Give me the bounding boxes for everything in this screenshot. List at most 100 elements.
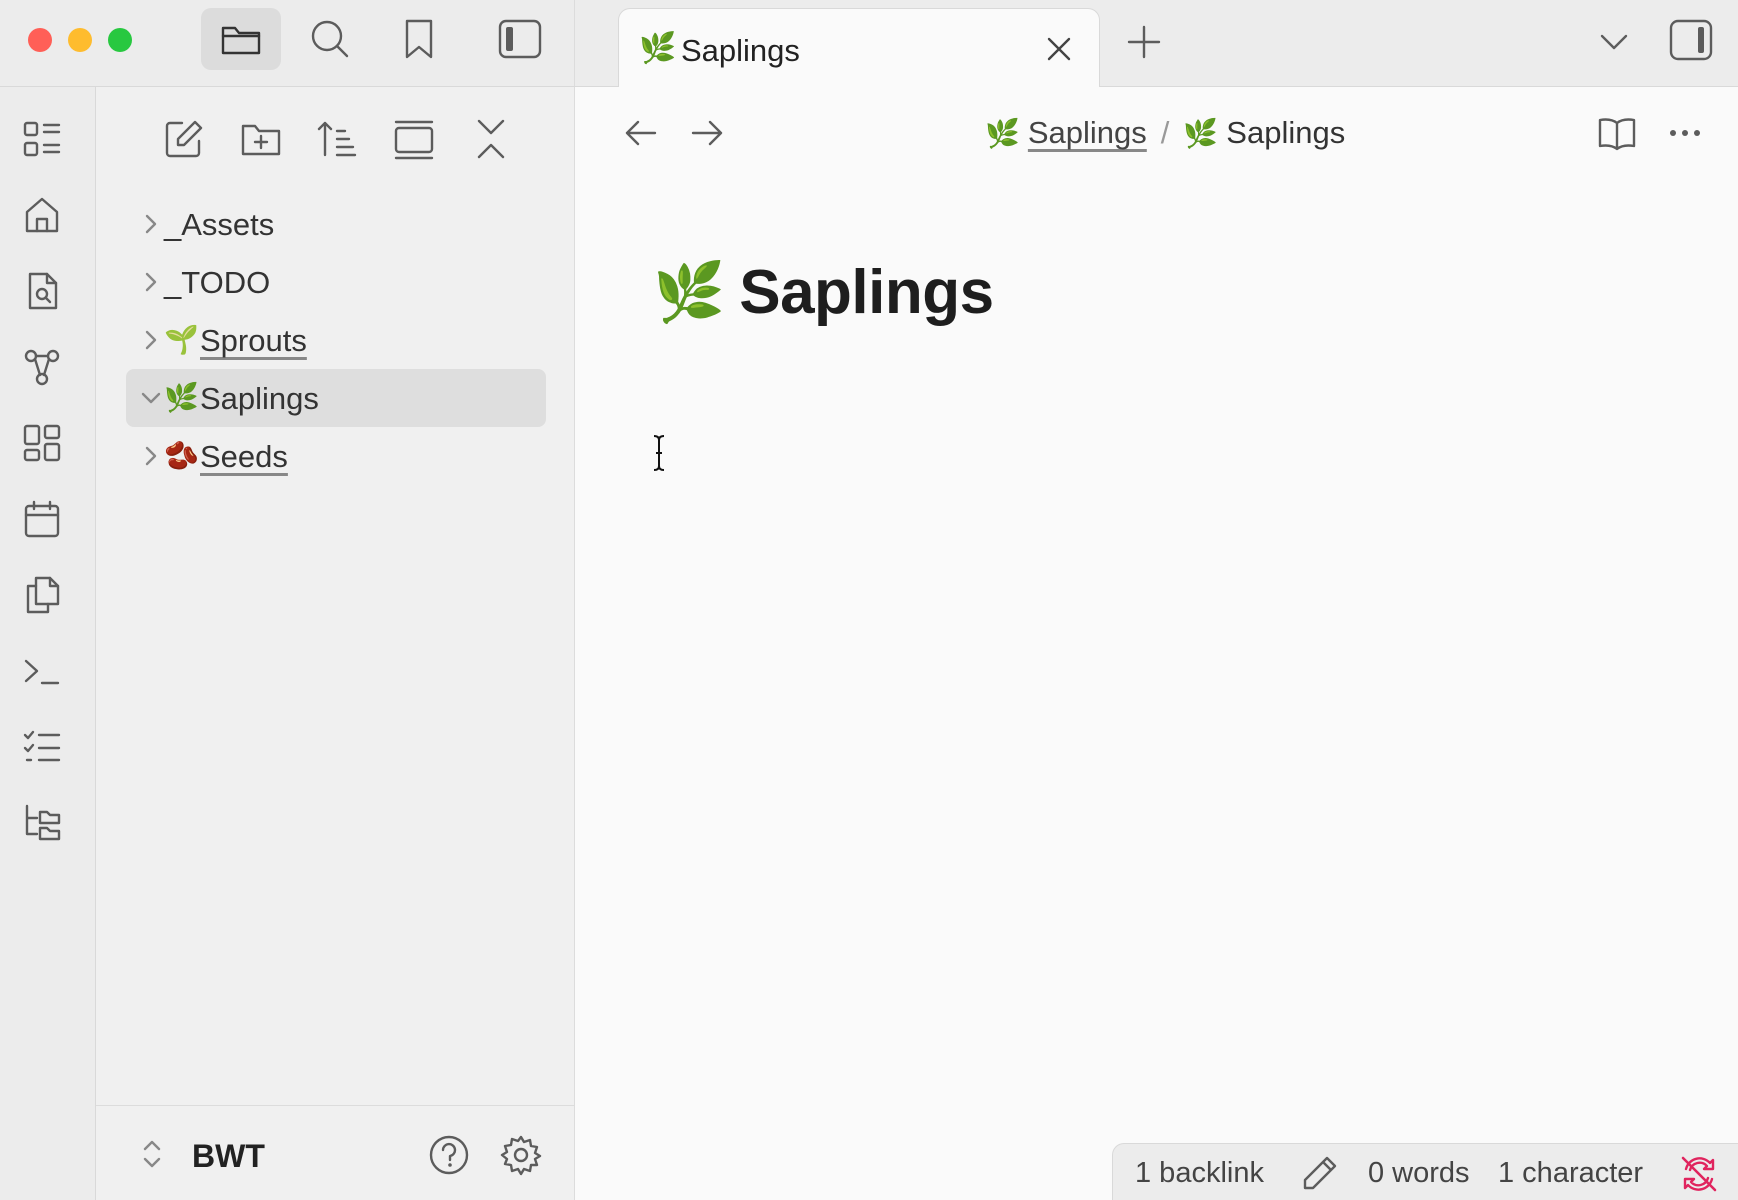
vault-name[interactable]: BWT (192, 1138, 265, 1174)
sort-icon (317, 121, 357, 157)
breadcrumb-parent-emoji: 🌿 (985, 117, 1020, 149)
tab-label: Saplings (681, 33, 800, 68)
tree-emoji: 🌱 (164, 324, 199, 355)
tab-saplings[interactable]: 🌿 Saplings (618, 8, 1100, 88)
ribbon-folder-tree-button[interactable] (22, 803, 62, 843)
home-icon (25, 197, 59, 233)
collapse-all-icon (477, 119, 505, 159)
collapse-all-button[interactable] (469, 117, 513, 161)
settings-button[interactable] (500, 1134, 542, 1176)
window-close-button[interactable] (28, 28, 52, 52)
folder-tree-icon (25, 804, 61, 841)
collapse-view-icon (394, 120, 434, 160)
new-folder-icon (241, 124, 281, 156)
ribbon-dashboard-button[interactable] (22, 119, 62, 159)
search-button[interactable] (290, 8, 370, 70)
dashboard-icon (23, 121, 61, 157)
edit-mode-button[interactable] (1301, 1154, 1339, 1192)
copy-icon (26, 576, 60, 614)
tab-emoji: 🌿 (639, 32, 677, 65)
text-cursor-icon (651, 434, 667, 472)
more-horizontal-icon (1670, 130, 1700, 136)
new-note-icon (165, 120, 203, 158)
bookmarks-button[interactable] (379, 8, 459, 70)
tree-label: _TODO (164, 265, 271, 300)
sync-status-button[interactable] (1679, 1154, 1719, 1194)
window-maximize-button[interactable] (108, 28, 132, 52)
tree-emoji: 🫘 (164, 440, 199, 471)
help-button[interactable] (428, 1134, 470, 1176)
title-bar: 🌿 Saplings (0, 0, 1738, 88)
tree-label: Sprouts (200, 323, 307, 358)
pencil-icon (1303, 1156, 1337, 1190)
tree-label: Seeds (200, 439, 288, 474)
grid-icon (23, 424, 61, 462)
new-note-button[interactable] (162, 117, 206, 161)
breadcrumb: 🌿 Saplings / 🌿 Saplings (985, 111, 1345, 155)
bookmark-icon (405, 19, 433, 59)
terminal-icon (24, 659, 60, 685)
tree-folder-seeds[interactable]: 🫘 Seeds (126, 427, 546, 485)
tree-folder-saplings[interactable]: 🌿 Saplings (126, 369, 546, 427)
ribbon-graph-button[interactable] (22, 347, 62, 387)
chevron-right-icon[interactable] (140, 445, 162, 467)
right-sidebar-toggle[interactable] (1668, 18, 1714, 62)
tree-label: _Assets (164, 207, 275, 242)
editor-pane: 🌿 Saplings / 🌿 Saplings 🌿 Saplings (575, 87, 1738, 1200)
tree-folder-sprouts[interactable]: 🌱 Sprouts (126, 311, 546, 369)
tree-folder-assets[interactable]: _Assets (126, 195, 546, 253)
forward-button[interactable] (687, 113, 727, 153)
help-icon (429, 1135, 469, 1175)
sidebar-toggle-icon (498, 19, 542, 59)
chevron-right-icon[interactable] (140, 329, 162, 351)
back-button[interactable] (621, 113, 661, 153)
vault-switch-button[interactable] (140, 1136, 164, 1172)
sort-button[interactable] (315, 117, 359, 161)
ribbon-terminal-button[interactable] (22, 651, 62, 691)
window-minimize-button[interactable] (68, 28, 92, 52)
breadcrumb-current[interactable]: Saplings (1226, 115, 1345, 151)
vault-switcher-bar: BWT (96, 1105, 575, 1200)
backlinks-count[interactable]: 1 backlink (1135, 1156, 1264, 1190)
file-explorer-sidebar: _Assets _TODO 🌱 Sprouts 🌿 Saplings 🫘 See… (96, 87, 575, 1200)
breadcrumb-separator: / (1160, 115, 1170, 150)
tab-list-button[interactable] (1596, 24, 1632, 60)
auto-reveal-button[interactable] (392, 117, 436, 161)
breadcrumb-current-emoji: 🌿 (1183, 117, 1219, 149)
more-options-button[interactable] (1665, 113, 1705, 153)
chevron-down-icon[interactable] (140, 387, 162, 409)
plus-icon (1127, 25, 1161, 59)
ribbon-file-search-button[interactable] (22, 271, 62, 311)
close-icon (1047, 37, 1071, 61)
title-emoji: 🌿 (653, 259, 726, 325)
sync-off-icon (1681, 1156, 1717, 1192)
chevron-right-icon[interactable] (140, 271, 162, 293)
folder-icon (221, 26, 261, 55)
tab-close-button[interactable] (1041, 31, 1077, 67)
status-bar: 1 backlink 0 words 1 character (1112, 1143, 1738, 1200)
calendar-icon (24, 500, 60, 538)
ribbon-calendar-button[interactable] (22, 499, 62, 539)
ribbon-copy-button[interactable] (22, 575, 62, 615)
reading-view-button[interactable] (1597, 113, 1637, 153)
gear-icon (500, 1135, 542, 1176)
ribbon-home-button[interactable] (22, 195, 62, 235)
document-title[interactable]: 🌿 Saplings (653, 257, 994, 328)
chevron-right-icon[interactable] (140, 213, 162, 235)
toolbar-divider (574, 0, 575, 87)
ribbon-grid-button[interactable] (22, 423, 62, 463)
left-sidebar-toggle[interactable] (480, 8, 560, 70)
breadcrumb-parent-link[interactable]: Saplings (1028, 115, 1147, 151)
word-count: 0 words (1368, 1157, 1470, 1189)
file-explorer-button[interactable] (201, 8, 281, 70)
tree-folder-todo[interactable]: _TODO (126, 253, 546, 311)
graph-icon (24, 349, 60, 386)
ribbon-checklist-button[interactable] (22, 727, 62, 767)
new-folder-button[interactable] (239, 117, 283, 161)
right-sidebar-icon (1669, 19, 1713, 61)
ribbon (0, 87, 96, 1200)
tree-emoji: 🌿 (164, 382, 199, 413)
file-search-icon (28, 272, 58, 310)
new-tab-button[interactable] (1124, 22, 1164, 62)
chevron-down-icon (1600, 34, 1628, 50)
